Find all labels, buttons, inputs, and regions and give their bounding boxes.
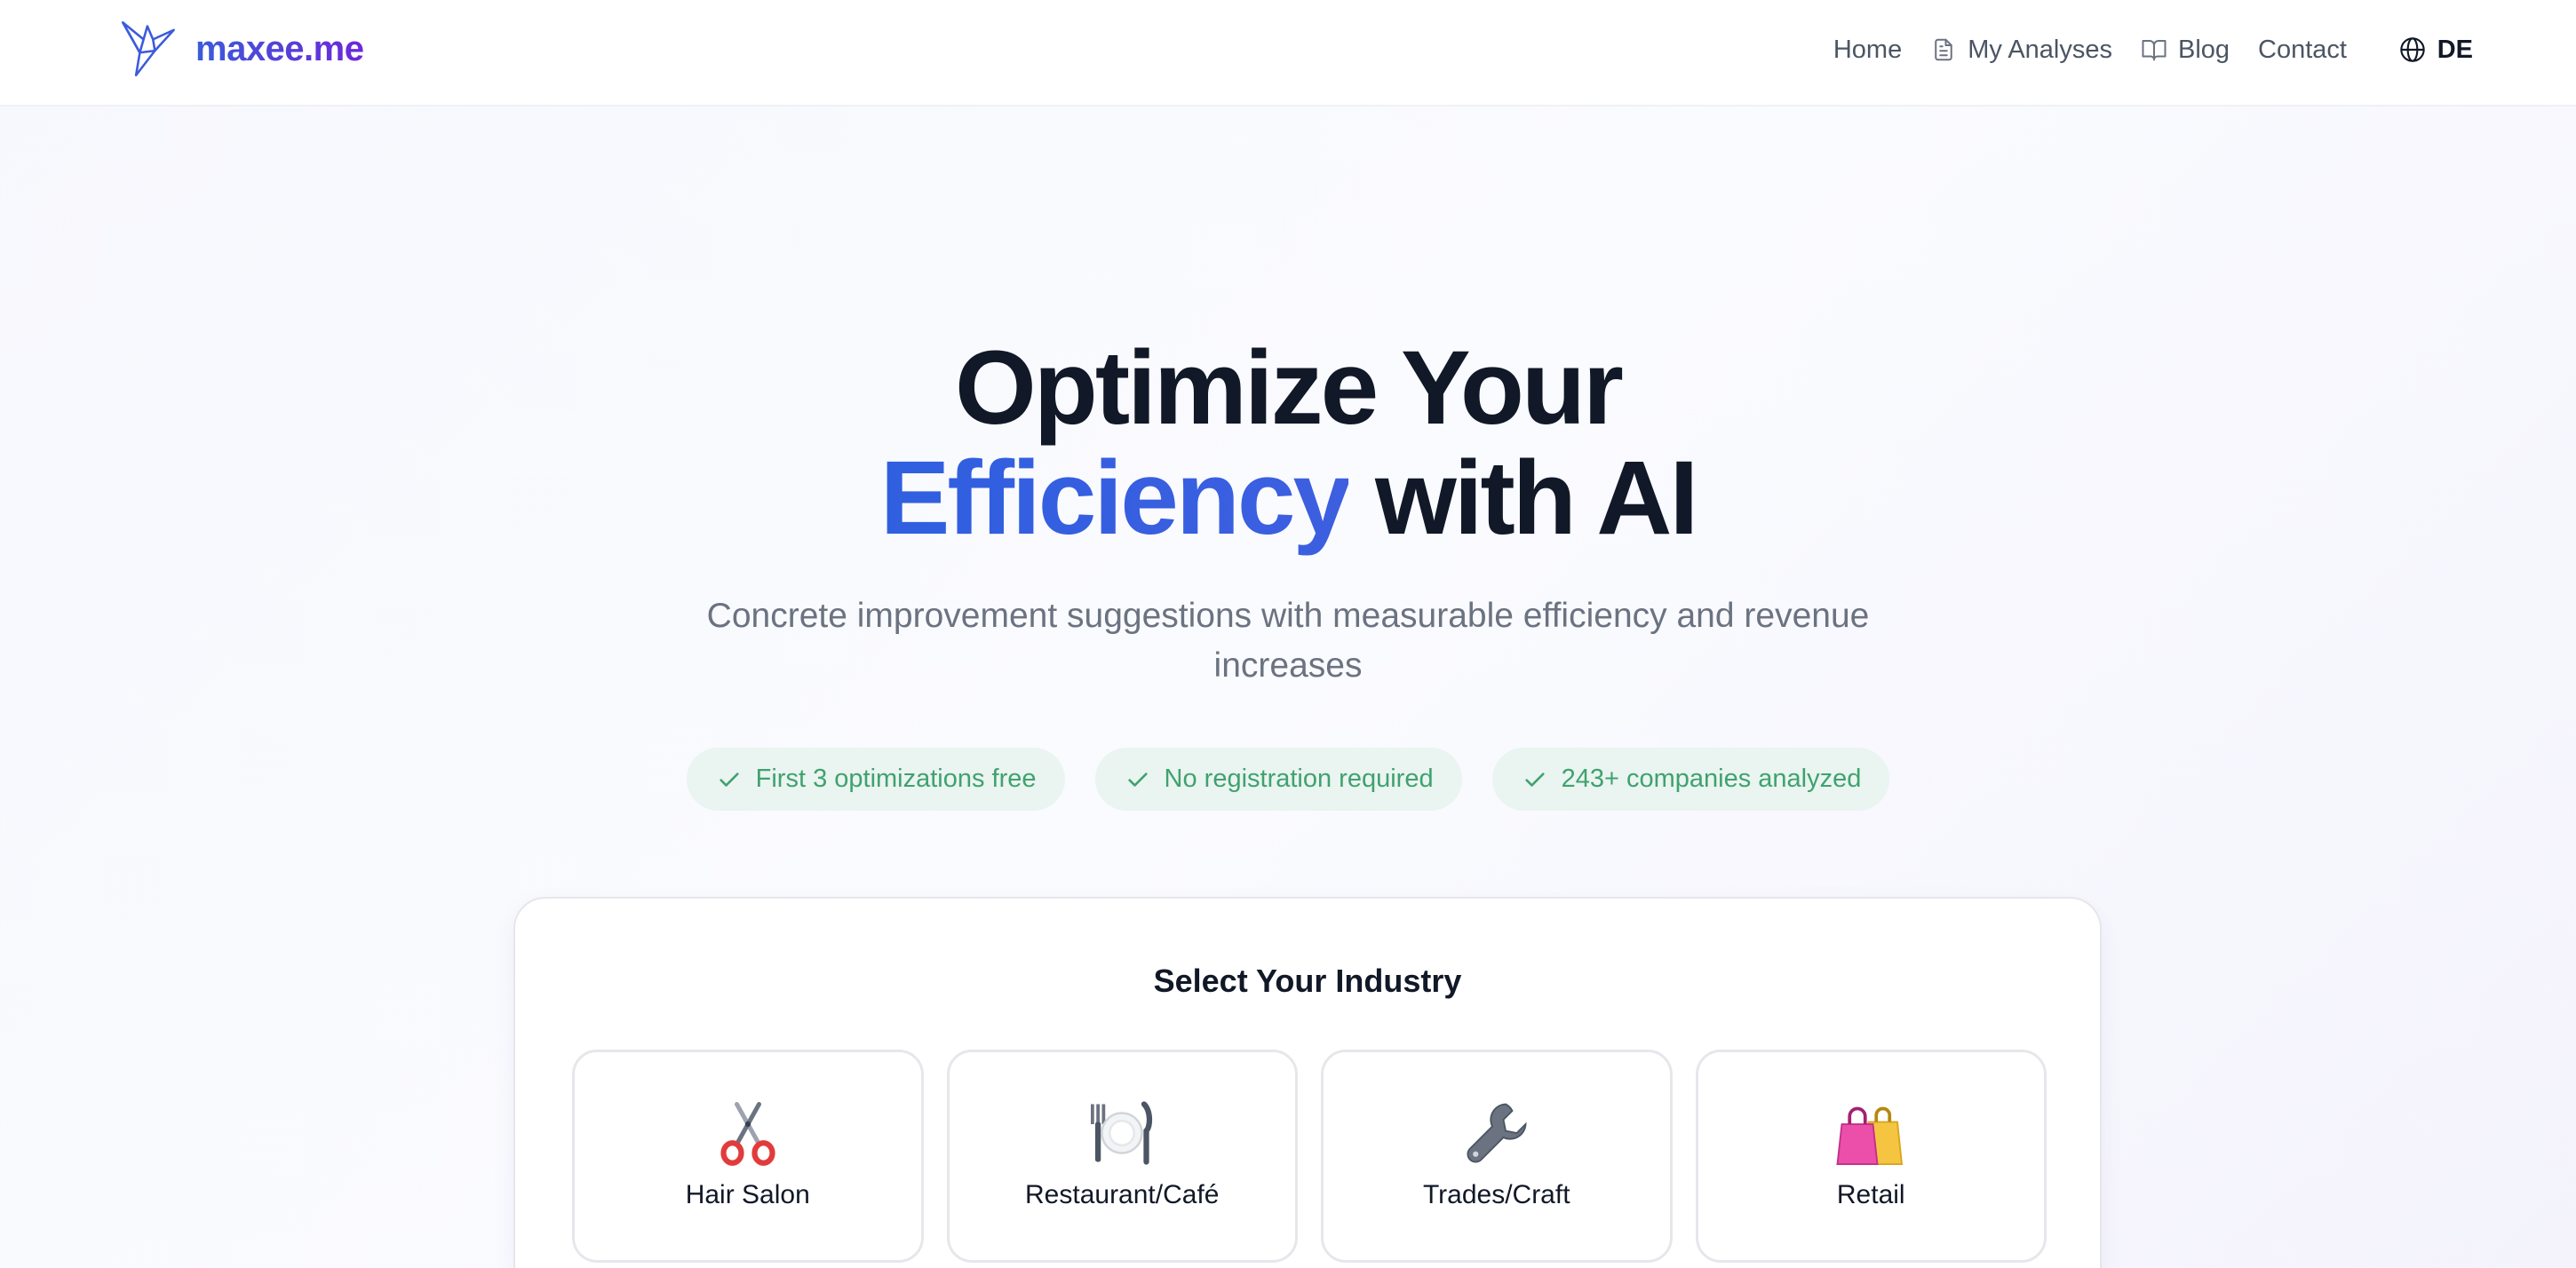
top-header: maxee.me Home My Analyses Blog Contact D… (0, 0, 2576, 107)
industry-option-trades[interactable]: Trades/Craft (1321, 1050, 1673, 1263)
bird-logo-icon (121, 20, 175, 77)
badge-companies-analyzed: 243+ companies analyzed (1491, 748, 1890, 811)
hero-title-rest: with AI (1348, 440, 1698, 557)
industry-card-title: Select Your Industry (1153, 963, 1462, 999)
hero-title-accent: Efficiency (879, 440, 1351, 557)
main-nav: Home My Analyses Blog Contact (1833, 27, 2347, 73)
book-icon (2142, 40, 2167, 61)
hero-title: Optimize Your Efficiency with AI (0, 333, 2576, 553)
nav-blog-label: Blog (2178, 35, 2230, 64)
nav-home[interactable]: Home (1833, 36, 1902, 65)
nav-my-analyses[interactable]: My Analyses (1930, 36, 2112, 65)
badge-no-registration: No registration required (1094, 748, 1462, 811)
industry-label: Trades/Craft (1422, 1180, 1570, 1209)
check-icon (1524, 772, 1545, 787)
scissors-icon (720, 1102, 775, 1166)
plate-cutlery-icon (1091, 1101, 1153, 1165)
industry-option-restaurant[interactable]: Restaurant/Café (946, 1050, 1298, 1263)
badge-free-optimizations: First 3 optimizations free (686, 748, 1065, 811)
logo-link[interactable]: maxee.me (119, 18, 364, 80)
nav-contact[interactable]: Contact (2258, 36, 2347, 65)
check-icon (1127, 772, 1148, 787)
industry-select-card: Select Your Industry Hair Salon Restaura… (513, 897, 2102, 1268)
industry-label: Retail (1836, 1180, 1905, 1209)
badge-label: First 3 optimizations free (755, 765, 1037, 793)
shopping-bags-icon (1836, 1106, 1904, 1165)
industry-option-retail[interactable]: Retail (1695, 1050, 2047, 1263)
hero-subtitle: Concrete improvement suggestions with me… (706, 597, 1870, 685)
hero-title-line1: Optimize Your (955, 329, 1624, 447)
badge-label: 243+ companies analyzed (1561, 765, 1862, 793)
language-label: DE (2437, 35, 2473, 64)
industry-label: Restaurant/Café (1025, 1180, 1220, 1209)
industry-options: Hair Salon Restaurant/Café Trades/Craft … (572, 1050, 2047, 1263)
document-icon (1935, 38, 1952, 61)
logo-text: maxee.me (195, 28, 364, 68)
check-icon (720, 772, 739, 787)
globe-icon (2399, 37, 2425, 62)
feature-badges: First 3 optimizations free No registrati… (0, 748, 2576, 811)
industry-option-hair-salon[interactable]: Hair Salon (572, 1050, 924, 1263)
nav-home-label: Home (1833, 35, 1903, 64)
wrench-icon (1467, 1103, 1527, 1163)
nav-blog[interactable]: Blog (2141, 36, 2230, 65)
language-switcher[interactable]: DE (2398, 27, 2473, 73)
badge-label: No registration required (1164, 765, 1434, 793)
nav-my-analyses-label: My Analyses (1968, 35, 2112, 64)
nav-contact-label: Contact (2258, 35, 2347, 64)
industry-label: Hair Salon (685, 1180, 810, 1209)
